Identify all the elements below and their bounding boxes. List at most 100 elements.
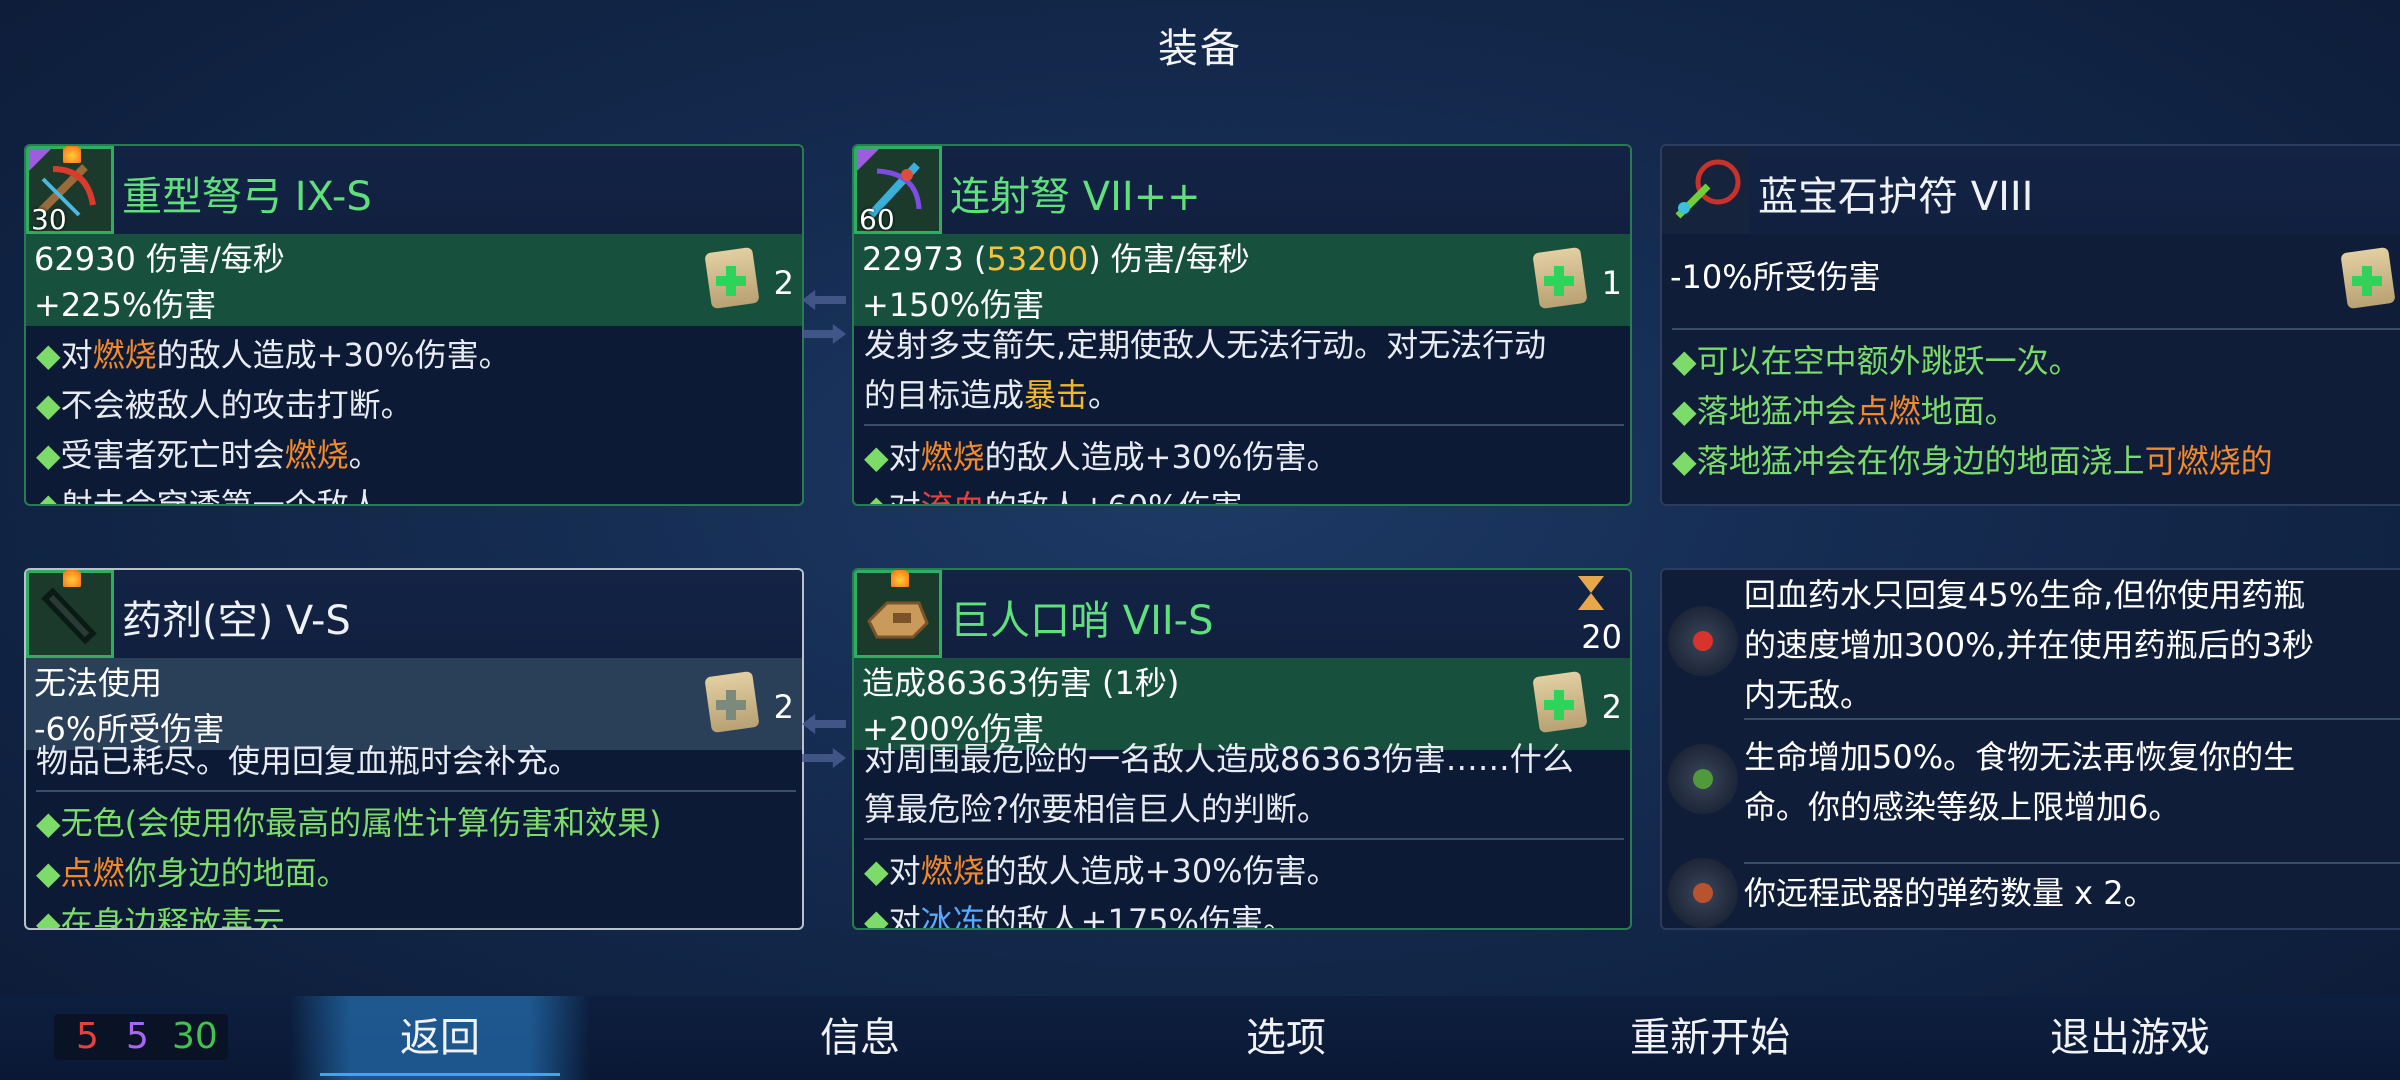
description-line: ◆落地猛冲会点燃地面。 bbox=[1672, 386, 2400, 436]
description-line: 物品已耗尽。使用回复血瓶时会补充。 bbox=[36, 736, 796, 786]
description-text: 对 bbox=[888, 902, 921, 930]
item-description: ◆可以在空中额外跳跃一次。 ◆落地猛冲会点燃地面。 ◆落地猛冲会在你身边的地面浇上可… bbox=[1672, 324, 2400, 486]
description-text: 的目标造成 bbox=[864, 376, 1025, 414]
description-line: ◆在身边释放毒云 bbox=[36, 898, 796, 930]
description-text: 的敌人+175%伤害。 bbox=[984, 902, 1295, 930]
scroll-counts-badge: 5 5 30 bbox=[54, 1014, 228, 1060]
equipment-card-sapphire-amulet[interactable]: 蓝宝石护符 VIII -10%所受伤害 2 ◆可以在空中额外跳跃一次。◆落地猛冲… bbox=[1660, 144, 2400, 506]
description-text: 在身边释放毒云 bbox=[60, 904, 285, 930]
description-text: 可以在空中额外跳跃一次。 bbox=[1696, 342, 2081, 380]
amulet-icon bbox=[1662, 146, 1750, 234]
bullet-icon: ◆ bbox=[1672, 442, 1697, 480]
equipment-card-flask[interactable]: 药剂(空) V-S 无法使用 -6%所受伤害 2 物品已耗尽。使用回复血瓶时会补… bbox=[24, 568, 804, 930]
divider bbox=[1744, 862, 2400, 864]
vine-mutation-icon bbox=[1668, 744, 1738, 814]
description-text: 暴击 bbox=[1024, 376, 1089, 414]
description-text: 燃烧 bbox=[284, 436, 349, 474]
description-line: ◆对燃烧的敌人造成+30%伤害。 bbox=[864, 432, 1624, 482]
description-text: 的敌人造成+30%伤害。 bbox=[984, 852, 1339, 890]
item-name: 蓝宝石护符 VIII bbox=[1758, 174, 2034, 220]
description-line: 的目标造成暴击。 bbox=[864, 370, 1624, 420]
scroll-icon bbox=[1530, 670, 1590, 736]
description-text: 的敌人造成+30%伤害。 bbox=[984, 438, 1339, 476]
description-text: 落地猛冲会在你身边的地面浇上 bbox=[1696, 442, 2145, 480]
mutation-text: 回血药水只回复45%生命,但你使用药瓶 的速度增加300%,并在使用药瓶后的3秒… bbox=[1744, 576, 2315, 714]
scroll-icon bbox=[702, 246, 762, 312]
description-text: 对 bbox=[888, 852, 921, 890]
equipment-card-giant-whistle[interactable]: 巨人口哨 VII-S 20 造成86363伤害 (1秒) +200%伤害 2 对… bbox=[852, 568, 1632, 930]
item-level: 30 bbox=[31, 203, 67, 236]
divider bbox=[1744, 718, 2400, 720]
ammo-mutation-icon bbox=[1668, 858, 1738, 928]
swap-arrows-icon[interactable] bbox=[802, 284, 852, 354]
red-scroll-count: 5 bbox=[76, 1016, 99, 1057]
description-text: 。 bbox=[1088, 376, 1121, 414]
description-text: 算最危险?你要相信巨人的判断。 bbox=[864, 790, 1329, 828]
description-text: 地面。 bbox=[1920, 392, 2017, 430]
description-line: ◆不会被敌人的攻击打断。 bbox=[36, 380, 796, 430]
description-line: ◆射击会穿透第一个敌人。 bbox=[36, 480, 796, 504]
item-description: ◆对燃烧的敌人造成+30%伤害。 ◆不会被敌人的攻击打断。 ◆受害者死亡时会燃烧。 ◆… bbox=[36, 330, 796, 504]
dps-stat: 62930 伤害/每秒 bbox=[34, 240, 285, 278]
item-stats: -10%所受伤害 bbox=[1662, 234, 2400, 326]
bullet-icon: ◆ bbox=[36, 804, 61, 842]
divider bbox=[864, 838, 1624, 840]
description-text: 冰冻 bbox=[920, 902, 985, 930]
equipment-card-repeater-crossbow[interactable]: 60 连射弩 VII++ 22973 (53200) 伤害/每秒 +150%伤害… bbox=[852, 144, 1632, 506]
item-name: 巨人口哨 VII-S bbox=[950, 598, 1214, 644]
description-text: 可燃烧的 bbox=[2144, 442, 2273, 480]
quit-game-button[interactable]: 退出游戏 bbox=[1990, 996, 2270, 1080]
description-line: ◆落地猛冲会在你身边的地面浇上可燃烧的 bbox=[1672, 436, 2400, 486]
info-button[interactable]: 信息 bbox=[740, 996, 980, 1080]
bullet-icon: ◆ bbox=[36, 904, 61, 930]
description-line: 对周围最危险的一名敌人造成86363伤害……什么 bbox=[864, 734, 1624, 784]
description-text: 流血 bbox=[921, 488, 985, 504]
scroll-icon bbox=[1530, 246, 1590, 312]
back-button[interactable]: 返回 bbox=[290, 996, 590, 1080]
description-line: 发射多支箭矢,定期使敌人无法行动。对无法行动 bbox=[864, 320, 1624, 370]
page-title: 装备 bbox=[1158, 26, 1242, 72]
cooldown-value: 20 bbox=[1581, 618, 1622, 656]
description-line: 算最危险?你要相信巨人的判断。 bbox=[864, 784, 1624, 834]
scroll-count: 2 bbox=[773, 264, 794, 302]
options-button[interactable]: 选项 bbox=[1166, 996, 1406, 1080]
item-level: 60 bbox=[859, 203, 895, 236]
swap-arrows-icon[interactable] bbox=[802, 708, 852, 778]
mutation-text: 你远程武器的弹药数量 x 2。 bbox=[1744, 874, 2156, 912]
description-text: 你身边的地面。 bbox=[124, 854, 349, 892]
description-text: 落地猛冲会 bbox=[1696, 392, 1857, 430]
divider bbox=[1672, 328, 2400, 330]
dps-stat: 22973 (53200) 伤害/每秒 bbox=[862, 240, 1250, 278]
unusable-stat: 无法使用 bbox=[34, 664, 163, 702]
mutations-panel: 回血药水只回复45%生命,但你使用药瓶 的速度增加300%,并在使用药瓶后的3秒… bbox=[1660, 568, 2400, 930]
description-text: 燃烧 bbox=[92, 336, 157, 374]
item-name: 重型弩弓 IX-S bbox=[122, 174, 372, 220]
bullet-icon: ◆ bbox=[864, 488, 889, 504]
description-line: ◆受害者死亡时会燃烧。 bbox=[36, 430, 796, 480]
description-text: 的敌人+60%伤害。 bbox=[985, 488, 1275, 504]
description-text: 物品已耗尽。使用回复血瓶时会补充。 bbox=[36, 742, 581, 780]
damage-reduction-stat: -10%所受伤害 bbox=[1670, 258, 1881, 296]
scroll-icon bbox=[702, 670, 762, 736]
description-text: 燃烧 bbox=[920, 852, 985, 890]
repeater-crossbow-icon: 60 bbox=[854, 146, 942, 236]
item-description: 发射多支箭矢,定期使敌人无法行动。对无法行动 的目标造成暴击。 ◆对燃烧的敌人造成+… bbox=[864, 320, 1624, 504]
hourglass-icon bbox=[1578, 576, 1604, 610]
description-line: ◆可以在空中额外跳跃一次。 bbox=[1672, 336, 2400, 386]
description-line: ◆对冰冻的敌人+175%伤害。 bbox=[864, 896, 1624, 930]
description-text: 点燃 bbox=[1856, 392, 1921, 430]
divider bbox=[36, 790, 796, 792]
bullet-icon: ◆ bbox=[864, 902, 889, 930]
description-line: ◆无色(会使用你最高的属性计算伤害和效果) bbox=[36, 798, 796, 848]
bottom-menu-bar: 5 5 30 返回 信息 选项 重新开始 退出游戏 bbox=[0, 996, 2400, 1080]
restart-button[interactable]: 重新开始 bbox=[1570, 996, 1850, 1080]
bullet-icon: ◆ bbox=[1672, 392, 1697, 430]
item-stats: 22973 (53200) 伤害/每秒 +150%伤害 bbox=[854, 234, 1630, 326]
scroll-count: 1 bbox=[1601, 264, 1622, 302]
description-text: 的敌人造成+30%伤害。 bbox=[156, 336, 511, 374]
equipment-card-heavy-crossbow[interactable]: 30 重型弩弓 IX-S 62930 伤害/每秒 +225%伤害 2 ◆对燃烧的… bbox=[24, 144, 804, 506]
description-line: ◆对燃烧的敌人造成+30%伤害。 bbox=[864, 846, 1624, 896]
bullet-icon: ◆ bbox=[1672, 342, 1697, 380]
scroll-count: 2 bbox=[773, 688, 794, 726]
description-text: 点燃 bbox=[60, 854, 125, 892]
